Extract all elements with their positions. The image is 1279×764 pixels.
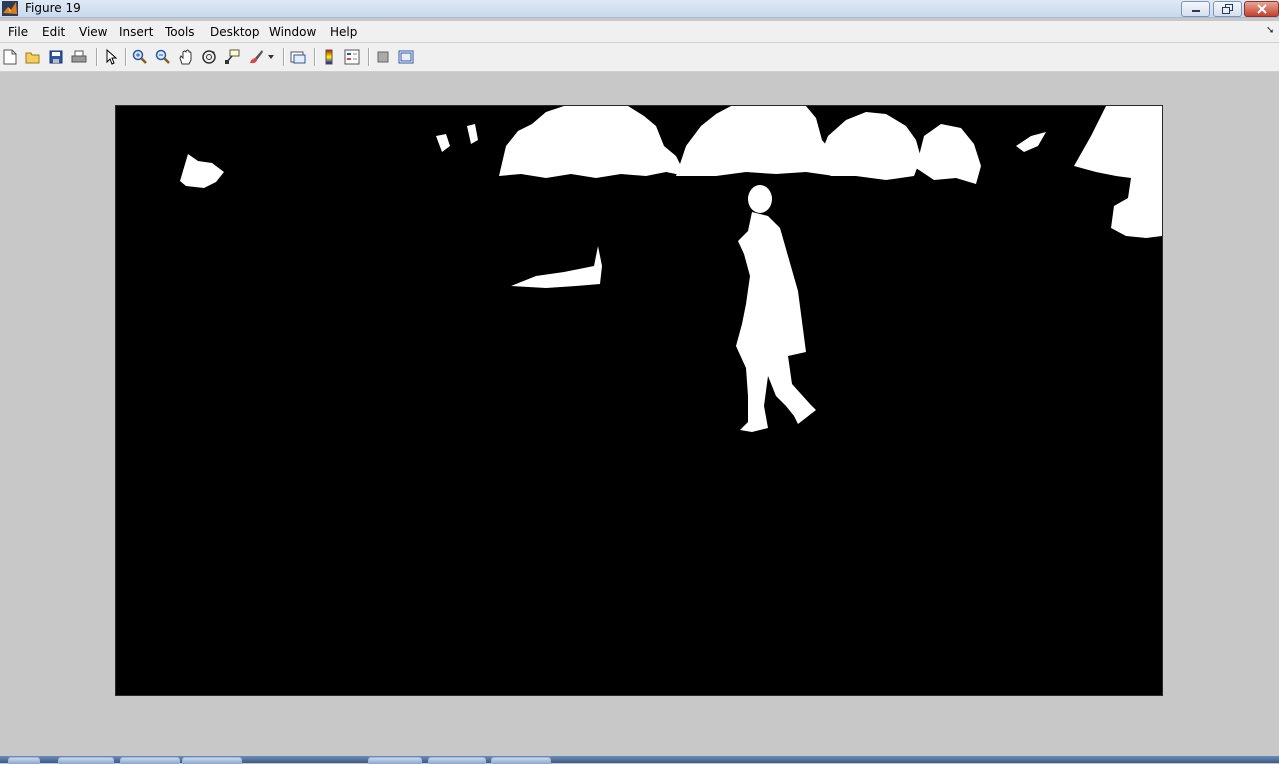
minimize-icon — [1191, 10, 1200, 12]
close-icon — [1256, 4, 1267, 14]
open-file-icon[interactable] — [24, 48, 42, 66]
restore-icon — [1221, 4, 1233, 14]
new-figure-icon[interactable] — [1, 48, 19, 66]
taskbar — [0, 756, 1279, 764]
dock-arrow-icon[interactable]: ➘ — [1266, 25, 1274, 36]
insert-colorbar-icon[interactable] — [320, 48, 338, 66]
menu-tools[interactable]: Tools — [165, 25, 195, 39]
menu-help[interactable]: Help — [330, 25, 357, 39]
figure-toolbar — [0, 43, 1279, 72]
minimize-button[interactable] — [1181, 1, 1210, 17]
menu-desktop[interactable]: Desktop — [210, 25, 260, 39]
brush-dropdown-icon[interactable] — [266, 48, 276, 66]
edit-plot-arrow-icon[interactable] — [102, 48, 120, 66]
show-plot-tools-icon[interactable] — [397, 48, 415, 66]
restore-button[interactable] — [1213, 1, 1242, 17]
save-icon[interactable] — [47, 48, 65, 66]
print-icon[interactable] — [70, 48, 88, 66]
menu-insert[interactable]: Insert — [119, 25, 153, 39]
menu-window[interactable]: Window — [269, 25, 316, 39]
menu-edit[interactable]: Edit — [42, 25, 65, 39]
matlab-icon — [2, 1, 18, 16]
figure-axes[interactable] — [115, 105, 1163, 696]
menu-bar: File Edit View Insert Tools Desktop Wind… — [0, 21, 1279, 43]
close-button[interactable] — [1244, 1, 1279, 17]
insert-legend-icon[interactable] — [343, 48, 361, 66]
segmentation-image — [180, 106, 1162, 432]
data-cursor-icon[interactable] — [223, 48, 241, 66]
menu-view[interactable]: View — [79, 25, 107, 39]
menu-file[interactable]: File — [8, 25, 28, 39]
rotate-3d-icon[interactable] — [200, 48, 218, 66]
link-plot-icon[interactable] — [289, 48, 307, 66]
zoom-out-icon[interactable] — [154, 48, 172, 66]
window-title: Figure 19 — [25, 1, 81, 15]
brush-icon[interactable] — [247, 48, 265, 66]
title-bar: Figure 19 — [0, 0, 1279, 18]
zoom-in-icon[interactable] — [131, 48, 149, 66]
pan-hand-icon[interactable] — [177, 48, 195, 66]
hide-plot-tools-icon[interactable] — [374, 48, 392, 66]
